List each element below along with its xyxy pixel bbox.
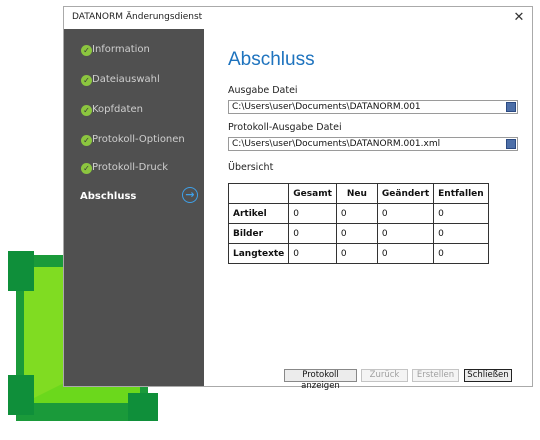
sidebar-item-label: Kopfdaten [92, 104, 143, 115]
sidebar-item-label: Dateiauswahl [92, 74, 160, 85]
table-cell: 0 [433, 203, 489, 224]
arrow-right-circle-icon: → [182, 187, 198, 203]
table-header-neu: Neu [335, 183, 378, 204]
protocol-file-field[interactable]: C:\Users\user\Documents\DATANORM.001.xml [228, 137, 518, 151]
table-cell: 0 [335, 223, 378, 244]
save-icon[interactable] [506, 139, 516, 149]
sidebar-item-protokoll-optionen[interactable]: ✓ Protokoll-Optionen [64, 130, 204, 154]
save-icon[interactable] [506, 102, 516, 112]
checkmark-icon: ✓ [81, 163, 92, 174]
table-header-entfallen: Entfallen [433, 183, 489, 204]
sidebar-item-dateiauswahl[interactable]: ✓ Dateiauswahl [64, 70, 204, 94]
main-content: Abschluss Ausgabe Datei C:\Users\user\Do… [204, 29, 532, 391]
table-header-geaendert: Geändert [376, 183, 435, 204]
window-title: DATANORM Änderungsdienst [72, 12, 203, 22]
table-cell: 0 [288, 243, 337, 264]
checkmark-icon: ✓ [81, 135, 92, 146]
sidebar-item-abschluss[interactable]: Abschluss → [64, 187, 204, 211]
wizard-window: DATANORM Änderungsdienst ✕ ✓ Information… [63, 6, 533, 391]
table-cell: 0 [433, 223, 489, 244]
table-header-gesamt: Gesamt [288, 183, 337, 204]
table-cell: 0 [288, 203, 337, 224]
create-button[interactable]: Erstellen [412, 369, 459, 382]
sidebar-item-label: Protokoll-Optionen [92, 134, 185, 145]
protocol-file-value: C:\Users\user\Documents\DATANORM.001.xml [232, 139, 441, 149]
overview-label: Übersicht [228, 162, 274, 173]
sidebar-item-kopfdaten[interactable]: ✓ Kopfdaten [64, 100, 204, 124]
close-dialog-button[interactable]: Schließen [464, 369, 512, 382]
sidebar-item-protokoll-druck[interactable]: ✓ Protokoll-Druck [64, 158, 204, 182]
checkmark-icon: ✓ [81, 105, 92, 116]
page-title: Abschluss [228, 49, 315, 70]
overview-table: Gesamt Neu Geändert Entfallen Artikel 0 … [227, 183, 489, 264]
protocol-file-label: Protokoll-Ausgabe Datei [228, 122, 342, 133]
checkmark-icon: ✓ [81, 45, 92, 56]
table-cell: 0 [376, 243, 435, 264]
output-file-value: C:\Users\user\Documents\DATANORM.001 [232, 102, 421, 112]
table-cell: 0 [376, 203, 435, 224]
output-file-field[interactable]: C:\Users\user\Documents\DATANORM.001 [228, 100, 518, 114]
row-label: Bilder [227, 223, 290, 244]
sidebar-item-label: Information [92, 44, 150, 55]
checkmark-icon: ✓ [81, 75, 92, 86]
table-cell: 0 [335, 243, 378, 264]
back-button[interactable]: Zurück [361, 369, 408, 382]
table-cell: 0 [376, 223, 435, 244]
table-cell: 0 [433, 243, 489, 264]
row-label: Langtexte [227, 243, 290, 264]
sidebar-item-information[interactable]: ✓ Information [64, 40, 204, 64]
show-protocol-button[interactable]: Protokoll anzeigen [284, 369, 357, 391]
table-cell: 0 [288, 223, 337, 244]
table-header-empty [227, 183, 290, 204]
title-bar: DATANORM Änderungsdienst ✕ [64, 7, 532, 29]
row-label: Artikel [227, 203, 290, 224]
table-cell: 0 [335, 203, 378, 224]
wizard-sidebar: ✓ Information ✓ Dateiauswahl ✓ Kopfdaten… [64, 29, 204, 386]
close-button[interactable]: ✕ [510, 9, 528, 27]
table-row: Artikel 0 0 0 0 [227, 203, 489, 224]
table-row: Langtexte 0 0 0 0 [227, 243, 489, 264]
table-row: Bilder 0 0 0 0 [227, 223, 489, 244]
sidebar-item-label: Protokoll-Druck [92, 162, 169, 173]
sidebar-item-label: Abschluss [80, 191, 137, 202]
output-file-label: Ausgabe Datei [228, 85, 298, 96]
table-header-row: Gesamt Neu Geändert Entfallen [227, 183, 489, 204]
